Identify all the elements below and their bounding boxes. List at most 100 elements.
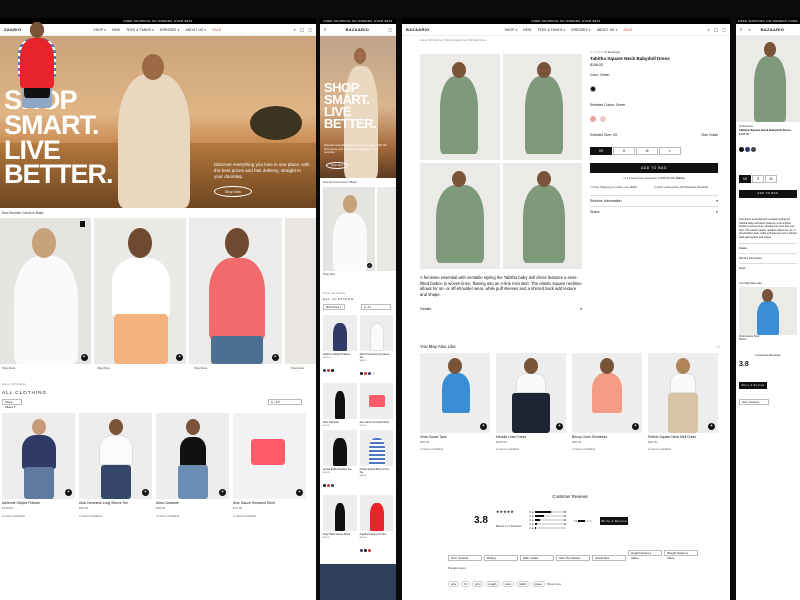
product-name[interactable]: Angelina Henley Knit Tee [360,533,394,536]
swatch[interactable] [331,484,334,487]
logo[interactable]: BAZAARIO [761,27,785,32]
size-option[interactable]: M [765,175,777,183]
user-icon[interactable]: ◯ [300,27,304,32]
review-filter-select[interactable]: Size Purchased [556,555,590,561]
featured-label[interactable]: Shop Now [97,366,191,370]
details-accordion[interactable]: Details [739,243,797,253]
featured-card[interactable]: + [189,218,282,364]
size-option[interactable]: L [659,147,681,155]
quick-add-icon[interactable]: + [65,489,72,496]
quick-add-icon[interactable]: + [80,354,88,361]
swatch[interactable] [359,372,363,375]
swatch[interactable] [371,372,375,375]
quick-add-icon[interactable]: + [708,423,715,430]
product-card[interactable]: Amelie Striped Button Front Tee $88.00 [359,430,394,492]
product-card[interactable] [24,22,229,600]
bookmark-icon[interactable] [80,221,85,227]
featured-card[interactable]: + [323,187,375,271]
product-card[interactable] [20,22,306,600]
quick-add-icon[interactable]: + [296,489,303,496]
nav-shop[interactable]: SHOP ▾ [93,28,106,32]
topic-tag[interactable]: color [501,581,515,587]
nav-dresses[interactable]: DRESSES ▾ [571,28,591,32]
review-filter-select[interactable]: Weight Select a Value [664,550,698,560]
add-to-bag-button[interactable]: ADD TO BAG [739,190,797,198]
bag-icon[interactable]: ▢ [308,27,312,32]
product-card[interactable]: + Pebble Square Neck Midi Dress $98.00 3… [648,353,718,451]
swatch[interactable] [590,86,596,92]
topic-tag[interactable]: fit [461,581,470,587]
product-card[interactable]: Andy Halter Gauze Dress $98.00 [323,495,357,557]
quick-add-icon[interactable]: + [632,423,639,430]
product-card[interactable]: + Adrienne Striped Pullover $128.00 4 co… [2,413,75,518]
quick-add-icon[interactable]: + [556,423,563,430]
swatch[interactable] [363,549,367,552]
product-card[interactable]: Alina Camisole $58.00 [323,383,357,427]
featured-card[interactable]: + [93,218,187,364]
show-filters-button[interactable]: Show Filters ▾ [2,399,22,409]
review-count[interactable]: (0 Reviews) [604,50,620,54]
nav-new[interactable]: NEW [112,28,120,32]
returns-accordion[interactable]: Returns Information ▾ [590,195,718,206]
quick-add-icon[interactable]: + [366,263,372,268]
product-card[interactable]: Angelina Henley Knit Tee $68.00 [359,495,394,557]
product-name[interactable]: Alina Camisole [323,421,357,424]
bag-icon[interactable]: ▢ [388,27,392,32]
product-name[interactable]: Alda Crewneck Long Sleeve Tee [79,501,152,505]
product-card[interactable] [2,22,75,600]
product-card[interactable] [18,22,152,600]
sort-select[interactable]: Sort: Newest [739,399,769,405]
product-name[interactable]: Alda Crewneck Long Sleeve Tee [360,353,394,359]
product-name[interactable]: Aloe Gauze Smocked Short [360,421,394,424]
menu-icon[interactable]: ≡ [324,27,326,32]
product-card[interactable]: + Alda Crewneck Long Sleeve Tee $68.00 2… [79,413,152,518]
topic-tag[interactable]: print [471,581,484,587]
featured-label[interactable]: Shop Now [194,366,288,370]
gallery-image[interactable] [420,163,500,269]
quick-add-icon[interactable]: + [219,489,226,496]
write-review-button[interactable]: Write A Review [739,382,767,389]
product-name[interactable]: Amelie Striped Button Front Tee [360,468,394,474]
quick-add-icon[interactable]: + [480,423,487,430]
product-name[interactable]: Adrienne Striped Pullover [2,501,75,505]
hero-cta-button[interactable]: Shop Now [214,186,252,197]
topic-tag[interactable]: dress [531,581,545,587]
topic-tag[interactable]: size [448,581,460,587]
product-name[interactable]: Briony Linen Shirtdress [572,435,642,439]
featured-card[interactable] [376,187,396,271]
featured-card[interactable] [284,218,316,364]
nav-sale[interactable]: SALE [623,28,632,32]
quick-add-icon[interactable]: + [176,354,184,361]
nav-about[interactable]: ABOUT US ▾ [186,28,207,32]
product-card[interactable]: Adrienne Striped Pullover $128.00 [323,315,357,380]
featured-card[interactable]: + [0,218,91,364]
quick-add-icon[interactable]: + [271,354,279,361]
write-review-button[interactable]: Write A Review [600,516,629,525]
product-name[interactable]: Aloe Gauze Smocked Short [233,501,306,505]
product-card[interactable]: + Alina Camisole $58.00 4 colors availab… [156,413,229,518]
nav-about[interactable]: ABOUT US ▾ [597,28,618,32]
gallery-image[interactable] [502,54,582,160]
product-card[interactable]: + Briony Linen Shirtdress $88.00 3 color… [572,353,642,451]
product-card[interactable]: + Aloe Gauze Smocked Short $74.00 2 colo… [233,413,306,518]
logo[interactable]: BAZAARIO [406,27,430,32]
featured-label[interactable]: Shop Now [320,271,396,278]
nav-sale[interactable]: SALE [212,28,221,32]
product-name[interactable]: Pebble Square Neck Midi Dress [648,435,718,439]
swatch[interactable] [323,484,326,487]
product-name[interactable]: Alina Camisole [156,501,229,505]
size-option[interactable]: M [636,147,658,155]
swatch[interactable] [327,369,330,372]
show-more-link[interactable]: Show more [547,582,561,586]
swatch[interactable] [590,116,596,122]
gallery-image[interactable] [736,36,800,122]
swatch[interactable] [739,147,744,152]
chevron-left-icon[interactable]: ‹ [717,345,718,349]
add-to-bag-button[interactable]: ADD TO BAG [590,163,718,173]
size-option[interactable]: S [613,147,635,155]
featured-label[interactable]: Shop Now [291,366,304,370]
share-accordion[interactable]: Share ▾ [590,206,718,217]
product-name[interactable]: Adrienne Striped Pullover [323,353,357,356]
gallery-image[interactable] [502,163,582,269]
swatch[interactable] [751,147,756,152]
